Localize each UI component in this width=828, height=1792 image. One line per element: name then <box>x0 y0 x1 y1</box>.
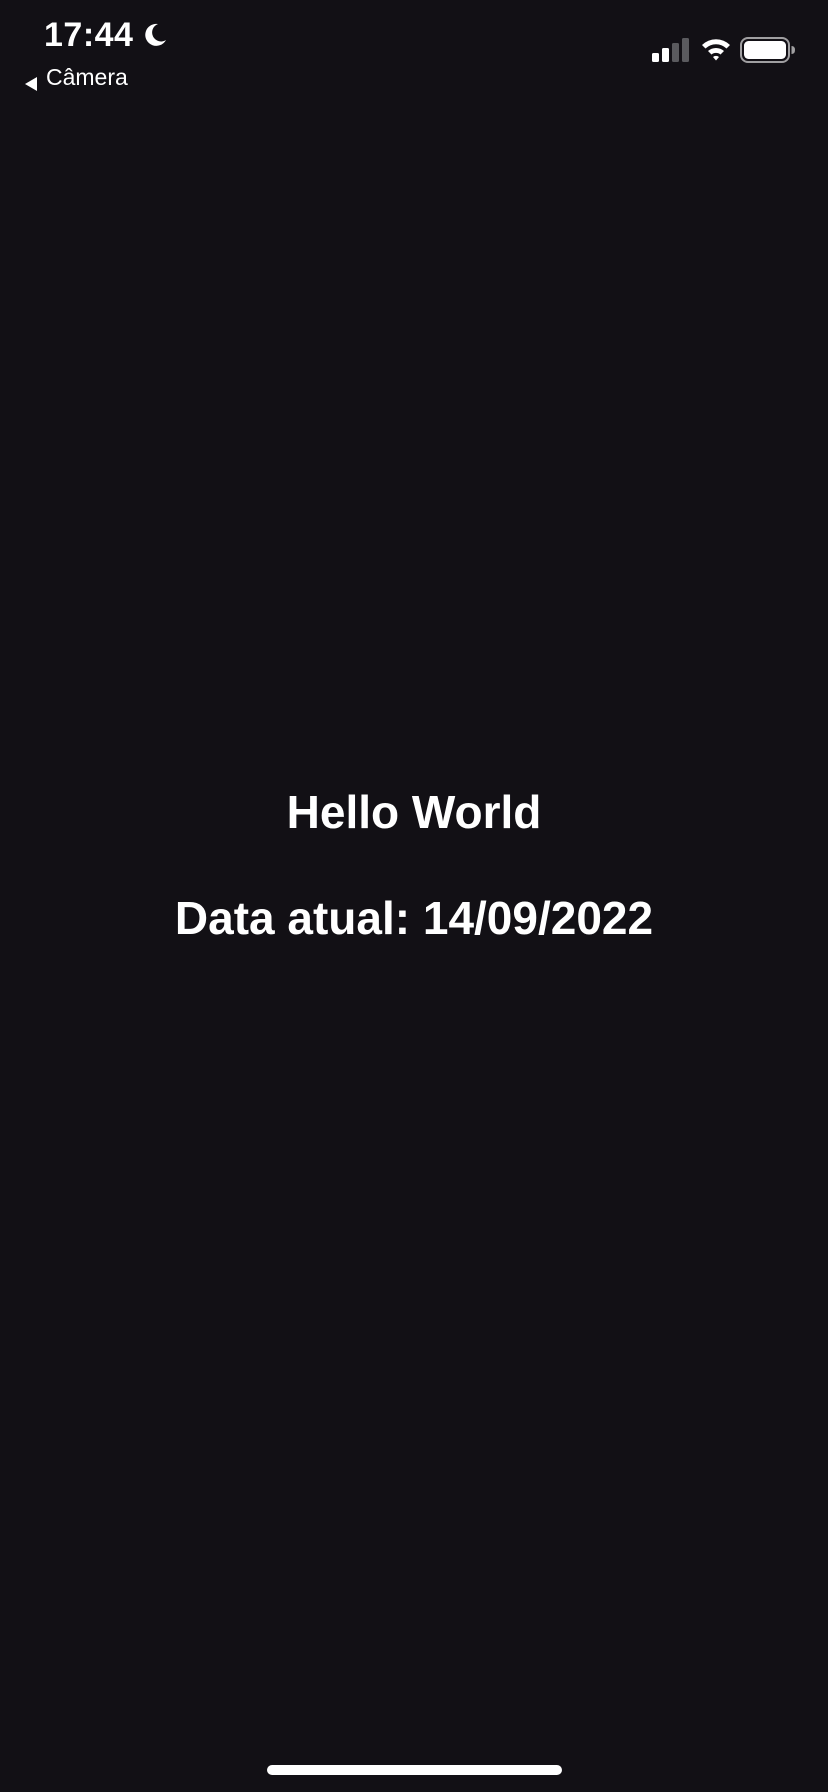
date-label: Data atual: <box>174 892 411 944</box>
back-link-label: Câmera <box>46 64 128 90</box>
back-arrow-icon <box>24 69 38 91</box>
status-bar: 17:44 Câmera <box>0 0 828 100</box>
current-date-line: Data atual: 14/09/2022 <box>0 890 828 946</box>
moon-icon <box>141 21 169 49</box>
date-value: 14/09/2022 <box>422 892 654 944</box>
wifi-icon <box>700 36 732 62</box>
cellular-signal-icon <box>652 38 692 62</box>
main-content: Hello World Data atual: 14/09/2022 <box>0 784 828 946</box>
battery-icon <box>740 36 796 64</box>
home-indicator[interactable] <box>267 1765 562 1775</box>
back-to-camera-link[interactable]: Câmera <box>24 62 128 92</box>
time-group: 17:44 <box>44 14 169 56</box>
greeting-heading: Hello World <box>286 786 542 838</box>
status-time: 17:44 <box>44 16 134 54</box>
